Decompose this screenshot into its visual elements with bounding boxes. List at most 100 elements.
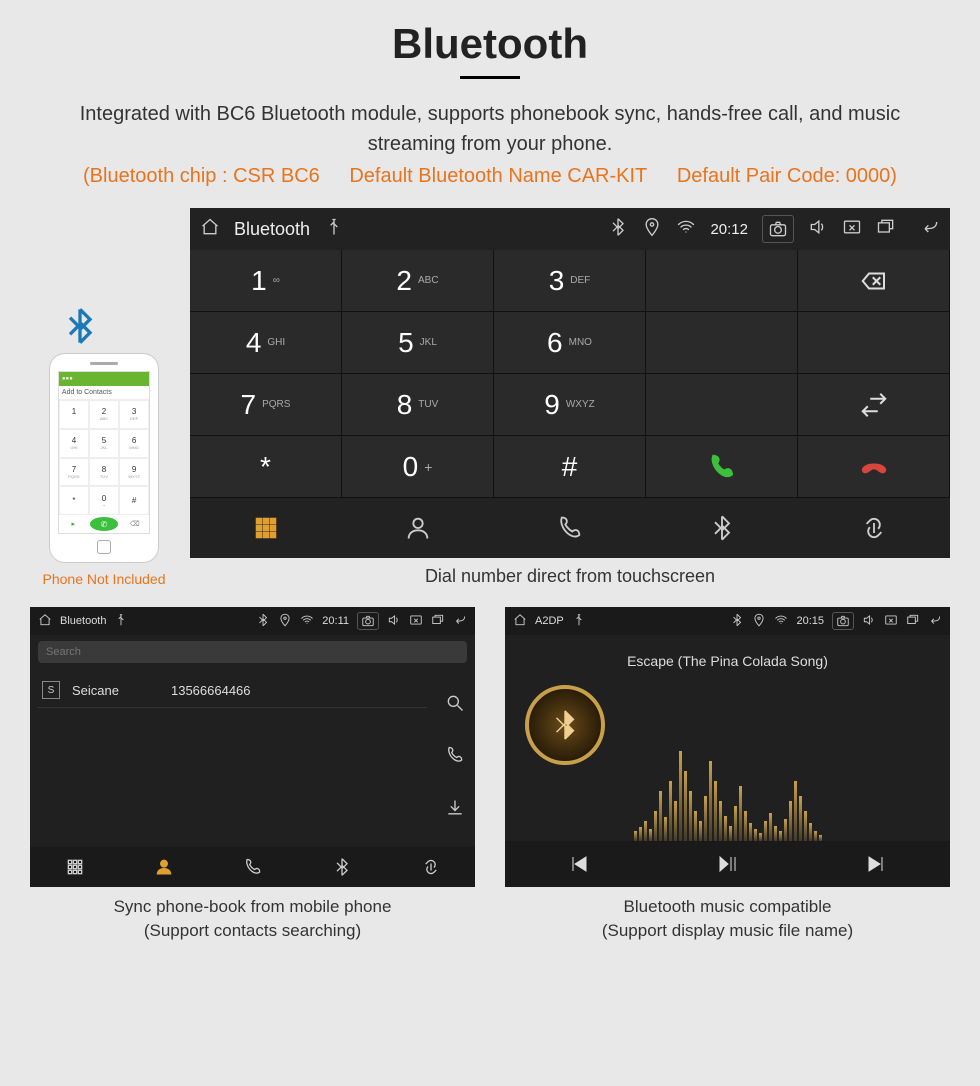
- wifi-icon: [774, 613, 788, 630]
- contact-letter: S: [42, 681, 60, 699]
- screenshot-button[interactable]: [832, 612, 854, 630]
- download-icon[interactable]: [445, 798, 465, 823]
- phone-add-contacts: Add to Contacts: [59, 386, 149, 400]
- call-icon[interactable]: [445, 745, 465, 770]
- backspace-key[interactable]: [798, 250, 950, 312]
- dialer-caption: Dial number direct from touchscreen: [425, 566, 715, 587]
- music-caption: Bluetooth music compatible (Support disp…: [602, 895, 853, 943]
- key-3[interactable]: 3DEF: [494, 250, 646, 312]
- key-empty-3: [798, 312, 950, 374]
- key-6[interactable]: 6MNO: [494, 312, 646, 374]
- title-underline: [460, 76, 520, 79]
- volume-icon[interactable]: [387, 613, 401, 630]
- statusbar-time: 20:15: [796, 615, 824, 627]
- search-input[interactable]: [38, 641, 467, 663]
- key-1[interactable]: 1∞: [190, 250, 342, 312]
- search-icon[interactable]: [445, 693, 465, 718]
- home-icon[interactable]: [200, 217, 220, 241]
- close-window-icon[interactable]: [842, 217, 862, 241]
- tab-pair[interactable]: [798, 498, 950, 558]
- dialer-tabs: [190, 498, 950, 558]
- tab-recents[interactable]: [208, 847, 297, 887]
- bluetooth-specs: (Bluetooth chip : CSR BC6 Default Blueto…: [10, 165, 970, 188]
- phonebook-statusbar: Bluetooth 20:11: [30, 607, 475, 635]
- key-8[interactable]: 8TUV: [342, 374, 494, 436]
- tab-recents[interactable]: [494, 498, 646, 558]
- back-icon[interactable]: [453, 613, 467, 630]
- usb-icon: [324, 217, 344, 241]
- key-7[interactable]: 7PQRS: [190, 374, 342, 436]
- contact-list: S Seicane 13566664466: [30, 669, 435, 847]
- contact-name: Seicane: [72, 683, 119, 698]
- key-9[interactable]: 9WXYZ: [494, 374, 646, 436]
- side-actions: [435, 669, 475, 847]
- recent-apps-icon[interactable]: [906, 613, 920, 630]
- wifi-icon: [300, 613, 314, 630]
- tab-contacts[interactable]: [342, 498, 494, 558]
- location-icon: [642, 217, 662, 241]
- music-screen: A2DP 20:15 Escape (The Pina Colada Song): [505, 607, 950, 887]
- bluetooth-icon: [256, 613, 270, 630]
- location-icon: [278, 613, 292, 630]
- call-button[interactable]: [646, 436, 798, 498]
- bluetooth-signal-icon: [60, 306, 100, 356]
- music-body: Escape (The Pina Colada Song): [505, 635, 950, 841]
- phonebook-caption: Sync phone-book from mobile phone (Suppo…: [114, 895, 392, 943]
- equalizer: [505, 731, 950, 841]
- key-hash[interactable]: #: [494, 436, 646, 498]
- tab-bluetooth[interactable]: [646, 498, 798, 558]
- screenshot-button[interactable]: [357, 612, 379, 630]
- usb-icon: [114, 613, 128, 630]
- statusbar-title: Bluetooth: [234, 219, 310, 240]
- statusbar-time: 20:12: [710, 221, 748, 238]
- volume-icon[interactable]: [862, 613, 876, 630]
- swap-key[interactable]: [798, 374, 950, 436]
- phonebook-tabs: [30, 847, 475, 887]
- close-window-icon[interactable]: [884, 613, 898, 630]
- dialer-keypad: 1∞ 2ABC 3DEF 4GHI 5JKL 6MNO 7PQRS 8TUV 9…: [190, 250, 950, 498]
- home-icon[interactable]: [38, 613, 52, 630]
- screenshot-button[interactable]: [762, 215, 794, 243]
- tab-bluetooth[interactable]: [297, 847, 386, 887]
- recent-apps-icon[interactable]: [876, 217, 896, 241]
- home-icon[interactable]: [513, 613, 527, 630]
- key-4[interactable]: 4GHI: [190, 312, 342, 374]
- page-subtitle: Integrated with BC6 Bluetooth module, su…: [10, 99, 970, 159]
- key-0[interactable]: 0+: [342, 436, 494, 498]
- next-button[interactable]: [802, 841, 950, 887]
- key-empty-1: [646, 250, 798, 312]
- key-5[interactable]: 5JKL: [342, 312, 494, 374]
- contact-number: 13566664466: [171, 683, 251, 698]
- music-controls: [505, 841, 950, 887]
- back-icon[interactable]: [928, 613, 942, 630]
- tab-keypad[interactable]: [30, 847, 119, 887]
- recent-apps-icon[interactable]: [431, 613, 445, 630]
- usb-icon: [572, 613, 586, 630]
- tab-contacts[interactable]: [119, 847, 208, 887]
- dialer-screen: Bluetooth 20:12 1∞ 2ABC 3DEF 4GHI 5JKL 6…: [190, 208, 950, 558]
- contact-row[interactable]: S Seicane 13566664466: [38, 673, 427, 708]
- key-empty-4: [646, 374, 798, 436]
- spec-name: Default Bluetooth Name CAR-KIT: [349, 165, 647, 187]
- spec-pair: Default Pair Code: 0000): [677, 165, 897, 187]
- key-empty-2: [646, 312, 798, 374]
- statusbar-title: Bluetooth: [60, 615, 106, 627]
- back-icon[interactable]: [920, 217, 940, 241]
- bluetooth-icon: [730, 613, 744, 630]
- key-2[interactable]: 2ABC: [342, 250, 494, 312]
- phonebook-screen: Bluetooth 20:11 S Sei: [30, 607, 475, 887]
- music-statusbar: A2DP 20:15: [505, 607, 950, 635]
- play-pause-button[interactable]: [653, 841, 801, 887]
- key-star[interactable]: *: [190, 436, 342, 498]
- volume-icon[interactable]: [808, 217, 828, 241]
- close-window-icon[interactable]: [409, 613, 423, 630]
- spec-chip: (Bluetooth chip : CSR BC6: [83, 165, 320, 187]
- song-title: Escape (The Pina Colada Song): [627, 653, 828, 669]
- wifi-icon: [676, 217, 696, 241]
- dialer-statusbar: Bluetooth 20:12: [190, 208, 950, 250]
- tab-pair[interactable]: [386, 847, 475, 887]
- hangup-button[interactable]: [798, 436, 950, 498]
- prev-button[interactable]: [505, 841, 653, 887]
- phone-topbar: ●●●: [59, 372, 149, 386]
- tab-keypad[interactable]: [190, 498, 342, 558]
